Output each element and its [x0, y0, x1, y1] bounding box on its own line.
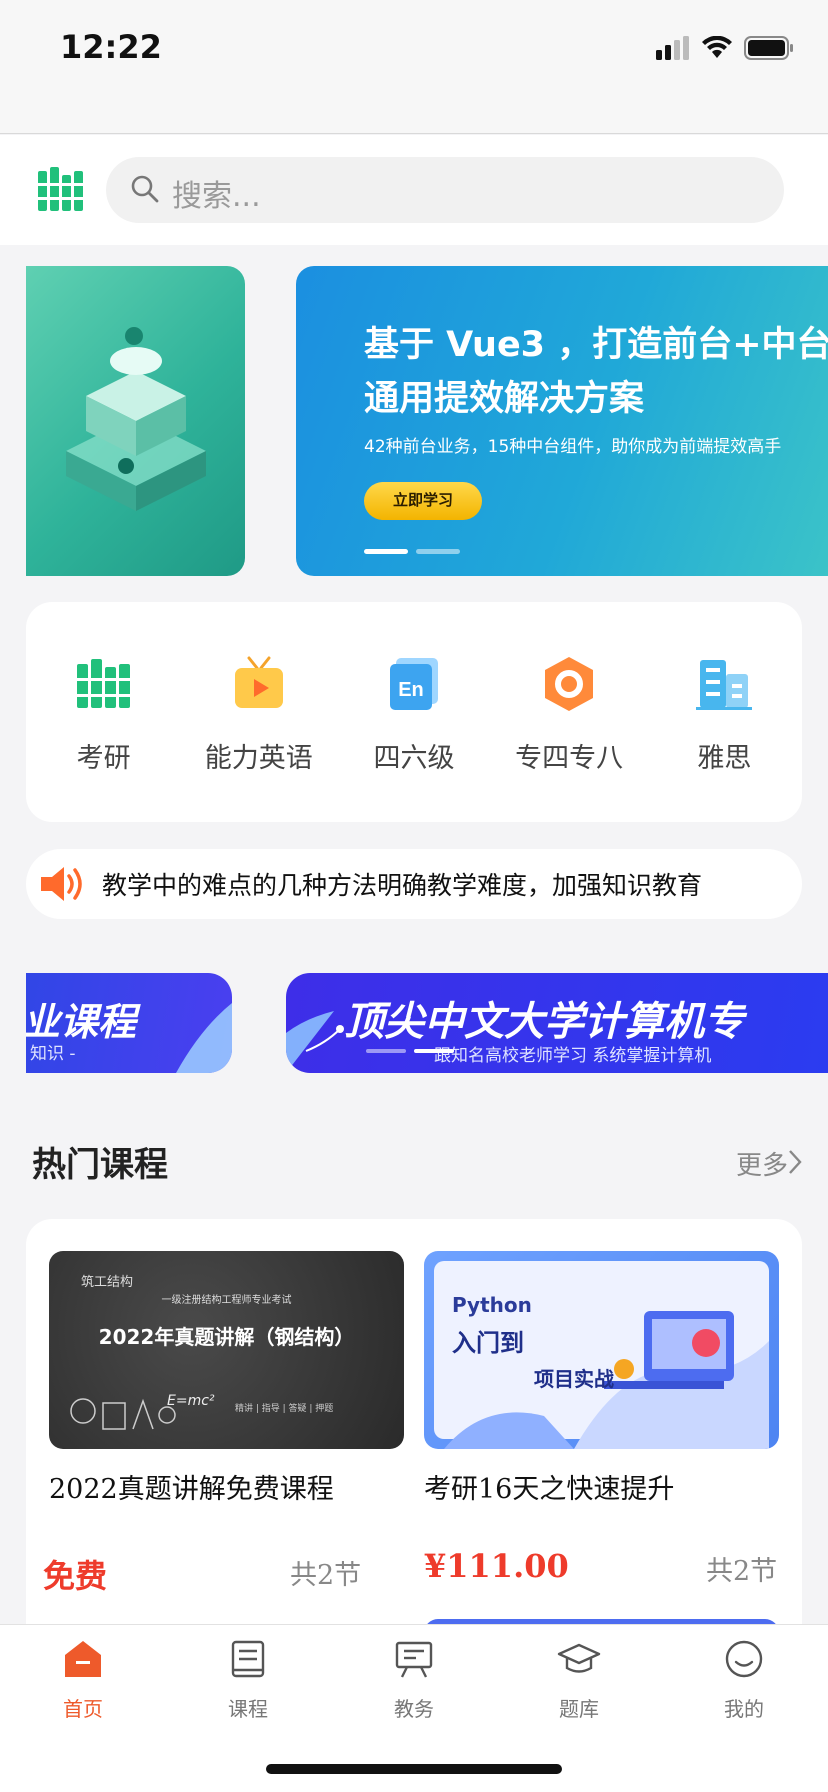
- promo-slide-previous[interactable]: 业课程 知识 -: [26, 973, 232, 1073]
- course-price: ¥111.00: [424, 1547, 569, 1585]
- hot-courses-list: 筑工结构 一级注册结构工程师专业考试 2022年真题讲解（钢结构） 精讲 | 指…: [26, 1219, 802, 1639]
- tab-profile[interactable]: 我的: [684, 1637, 804, 1722]
- banner-pagination: [364, 549, 460, 554]
- search-placeholder: 搜索...: [172, 179, 261, 214]
- doodle-icon: [70, 1398, 176, 1430]
- hot-courses-header: 热门课程 更多: [32, 1135, 802, 1185]
- category-label: 四六级: [373, 743, 455, 774]
- course-thumbnail: 筑工结构 一级注册结构工程师专业考试 2022年真题讲解（钢结构） 精讲 | 指…: [49, 1251, 404, 1449]
- status-icons: [656, 36, 794, 60]
- category-label: 能力英语: [204, 743, 313, 774]
- thumb-heading: 一级注册结构工程师专业考试: [161, 1295, 292, 1306]
- board-icon: [395, 1641, 433, 1678]
- chevron-right-icon[interactable]: [788, 1149, 802, 1175]
- promo-pagination: [366, 1049, 454, 1053]
- section-title: 热门课程: [32, 1145, 168, 1185]
- course-lessons: 共2节: [290, 1560, 362, 1591]
- banner-slide-previous[interactable]: [26, 266, 245, 576]
- tab-question-bank[interactable]: 题库: [519, 1637, 639, 1722]
- course-name: 考研16天之快速提升: [424, 1474, 675, 1505]
- search-icon: [131, 175, 159, 203]
- course-book-icon: [231, 1640, 265, 1678]
- course-name: 2022真题讲解免费课程: [49, 1474, 334, 1505]
- course-card[interactable]: Python 入门到 项目实战 考研16天之快速提升: [424, 1251, 779, 1506]
- bottom-tab-bar: 首页 课程 教务 题库 我的: [0, 1624, 828, 1792]
- signal-icon: [656, 36, 689, 60]
- thumb-footer: 精讲 | 指导 | 答疑 | 押题: [235, 1404, 334, 1414]
- speaker-icon: [41, 867, 82, 901]
- search-input[interactable]: 搜索...: [106, 157, 784, 223]
- status-bar: 12:22: [0, 0, 828, 134]
- category-grid: 考研 能力英语 En 四六级 专四专八 雅思: [26, 602, 802, 822]
- thumb-line2: 入门到: [452, 1329, 524, 1357]
- course-thumbnail: Python 入门到 项目实战: [424, 1251, 779, 1449]
- server-illustration-icon: [66, 327, 206, 511]
- tab-label: 首页: [63, 1697, 103, 1721]
- notice-bar[interactable]: 教学中的难点的几种方法明确教学难度，加强知识教育: [26, 849, 802, 919]
- category-item-tem[interactable]: 专四专八: [494, 654, 644, 822]
- promo-main-subtitle: 跟知名高校老师学习 系统掌握计算机: [434, 1046, 712, 1066]
- pagination-dot: [364, 549, 408, 554]
- books-icon: [76, 659, 130, 708]
- tab-academic[interactable]: 教务: [354, 1637, 474, 1722]
- course-lessons: 共2节: [706, 1556, 778, 1587]
- category-item-ielts[interactable]: 雅思: [649, 654, 799, 822]
- tab-courses[interactable]: 课程: [188, 1637, 308, 1722]
- category-item-cet[interactable]: En 四六级: [339, 654, 489, 822]
- notice-text: 教学中的难点的几种方法明确教学难度，加强知识教育: [102, 871, 703, 900]
- tab-label: 我的: [724, 1697, 764, 1721]
- status-time: 12:22: [60, 28, 162, 66]
- learn-now-button[interactable]: 立即学习: [364, 482, 482, 520]
- tab-label: 题库: [559, 1697, 599, 1721]
- grad-cap-icon: [557, 1643, 601, 1673]
- home-indicator: [266, 1764, 562, 1774]
- thumb-tag: 筑工结构: [81, 1275, 134, 1290]
- thumb-line1: Python: [452, 1293, 532, 1317]
- svg-text:En: En: [398, 679, 424, 701]
- wifi-icon: [702, 36, 732, 58]
- pagination-dot: [366, 1049, 406, 1053]
- course-card[interactable]: 筑工结构 一级注册结构工程师专业考试 2022年真题讲解（钢结构） 精讲 | 指…: [49, 1251, 404, 1506]
- building-icon: [696, 660, 753, 710]
- course-price: 免费: [43, 1557, 108, 1595]
- category-item-kaoyan[interactable]: 考研: [29, 654, 179, 822]
- promo-slide-current[interactable]: 顶尖中文大学计算机专 跟知名高校老师学习 系统掌握计算机: [286, 973, 828, 1073]
- banner-slide-current[interactable]: 基于 Vue3 ，打造前台+中台 通用提效解决方案 42种前台业务，15种中台组…: [296, 266, 828, 576]
- pagination-dot: [414, 1049, 454, 1053]
- more-link[interactable]: 更多: [736, 1145, 788, 1182]
- tv-play-icon: [234, 656, 283, 708]
- category-label: 考研: [76, 743, 131, 774]
- thumb-line3: 项目实战: [534, 1367, 614, 1391]
- app-logo-icon[interactable]: [38, 167, 88, 213]
- thumb-title: 2022年真题讲解（钢结构）: [98, 1325, 355, 1349]
- category-item-english[interactable]: 能力英语: [184, 654, 334, 822]
- category-label: 雅思: [697, 743, 752, 774]
- page-curl-icon: [176, 1003, 232, 1073]
- tab-label: 教务: [394, 1697, 434, 1721]
- promo-main-title: 顶尖中文大学计算机专: [344, 999, 744, 1045]
- home-icon: [65, 1641, 101, 1677]
- hexagon-icon: [545, 657, 594, 711]
- pagination-dot: [416, 549, 460, 554]
- en-icon: En: [389, 658, 438, 710]
- category-label: 专四专八: [515, 743, 624, 774]
- tab-label: 课程: [228, 1697, 268, 1721]
- banner-title: 基于 Vue3 ，打造前台+中台 通用提效解决方案: [364, 325, 828, 419]
- banner-subtitle: 42种前台业务，15种中台组件，助你成为前端提效高手: [364, 437, 782, 457]
- search-header: 搜索...: [0, 135, 828, 245]
- smile-icon: [725, 1640, 763, 1678]
- battery-icon: [744, 36, 793, 60]
- tab-home[interactable]: 首页: [23, 1637, 143, 1722]
